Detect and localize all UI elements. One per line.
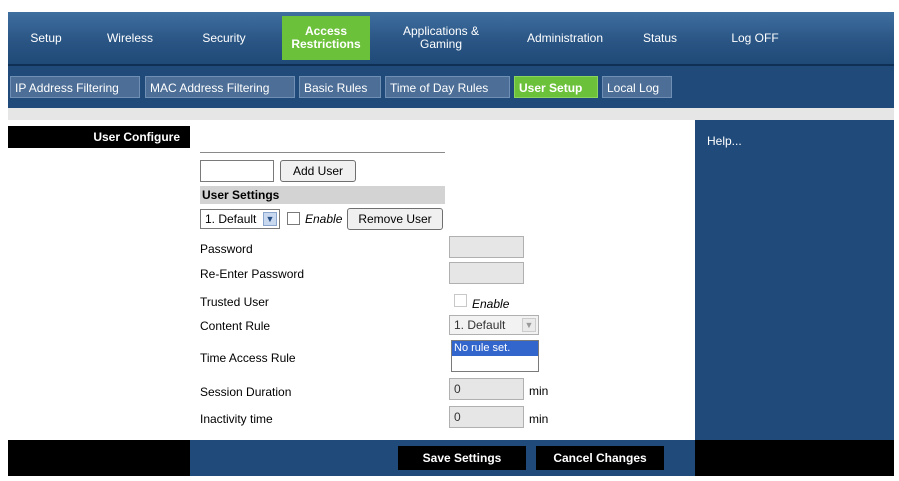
tab-ip-address-filtering[interactable]: IP Address Filtering	[10, 76, 140, 98]
chevron-down-icon: ▼	[522, 318, 536, 332]
content-rule-label: Content Rule	[200, 319, 271, 333]
trusted-user-checkbox[interactable]	[454, 294, 467, 307]
time-access-rule-label: Time Access Rule	[200, 351, 296, 365]
user-select-value: 1. Default	[205, 212, 257, 226]
user-select[interactable]: 1. Default ▼	[200, 209, 280, 229]
divider-bar	[8, 108, 894, 120]
nav-applications-gaming[interactable]: Applications & Gaming	[398, 12, 484, 64]
tab-time-of-day-rules[interactable]: Time of Day Rules	[385, 76, 510, 98]
tab-local-log[interactable]: Local Log	[602, 76, 672, 98]
enable-user-label: Enable	[305, 212, 343, 226]
nav-status[interactable]: Status	[636, 12, 684, 64]
trusted-user-label: Trusted User	[200, 295, 269, 309]
sub-tabs: IP Address Filtering MAC Address Filteri…	[8, 64, 894, 110]
inactivity-time-unit: min	[529, 412, 549, 426]
reenter-password-field[interactable]	[449, 262, 524, 284]
tab-user-setup[interactable]: User Setup	[514, 76, 598, 98]
reenter-password-label: Re-Enter Password	[200, 267, 305, 281]
nav-setup[interactable]: Setup	[20, 12, 72, 64]
left-column: User Configure	[8, 120, 190, 440]
list-item[interactable]: No rule set.	[452, 341, 538, 356]
inactivity-time-label: Inactivity time	[200, 412, 273, 426]
nav-administration[interactable]: Administration	[516, 12, 614, 64]
new-user-input[interactable]	[200, 160, 274, 182]
session-duration-label: Session Duration	[200, 385, 292, 399]
enable-user-checkbox[interactable]	[287, 212, 300, 225]
add-user-button[interactable]: Add User	[280, 160, 356, 182]
chevron-down-icon: ▼	[263, 212, 277, 226]
cancel-changes-button[interactable]: Cancel Changes	[536, 446, 664, 470]
help-panel: Help...	[695, 120, 894, 440]
footer-bar: Save Settings Cancel Changes	[8, 440, 894, 476]
section-title: User Configure	[8, 126, 190, 148]
tab-basic-rules[interactable]: Basic Rules	[299, 76, 381, 98]
inactivity-time-field[interactable]	[449, 406, 524, 428]
separator-line	[200, 152, 445, 153]
time-access-rule-list[interactable]: No rule set.	[451, 340, 539, 372]
remove-user-button[interactable]: Remove User	[347, 208, 443, 230]
password-label: Password	[200, 242, 253, 256]
nav-log-off[interactable]: Log OFF	[724, 12, 786, 64]
nav-access-restrictions[interactable]: Access Restrictions	[282, 16, 370, 60]
session-duration-unit: min	[529, 384, 549, 398]
content-rule-select[interactable]: 1. Default ▼	[449, 315, 539, 335]
top-navigation: Setup Wireless Security Access Restricti…	[8, 12, 894, 64]
tab-mac-address-filtering[interactable]: MAC Address Filtering	[145, 76, 295, 98]
content-rule-value: 1. Default	[454, 318, 506, 332]
session-duration-field[interactable]	[449, 378, 524, 400]
user-settings-heading: User Settings	[200, 186, 445, 204]
password-field[interactable]	[449, 236, 524, 258]
save-settings-button[interactable]: Save Settings	[398, 446, 526, 470]
footer-actions: Save Settings Cancel Changes	[190, 440, 695, 476]
user-setup-form: Add User User Settings 1. Default ▼ Enab…	[190, 120, 695, 440]
trusted-enable-label: Enable	[472, 297, 510, 311]
nav-security[interactable]: Security	[192, 12, 256, 64]
nav-wireless[interactable]: Wireless	[96, 12, 164, 64]
help-link[interactable]: Help...	[707, 134, 742, 148]
